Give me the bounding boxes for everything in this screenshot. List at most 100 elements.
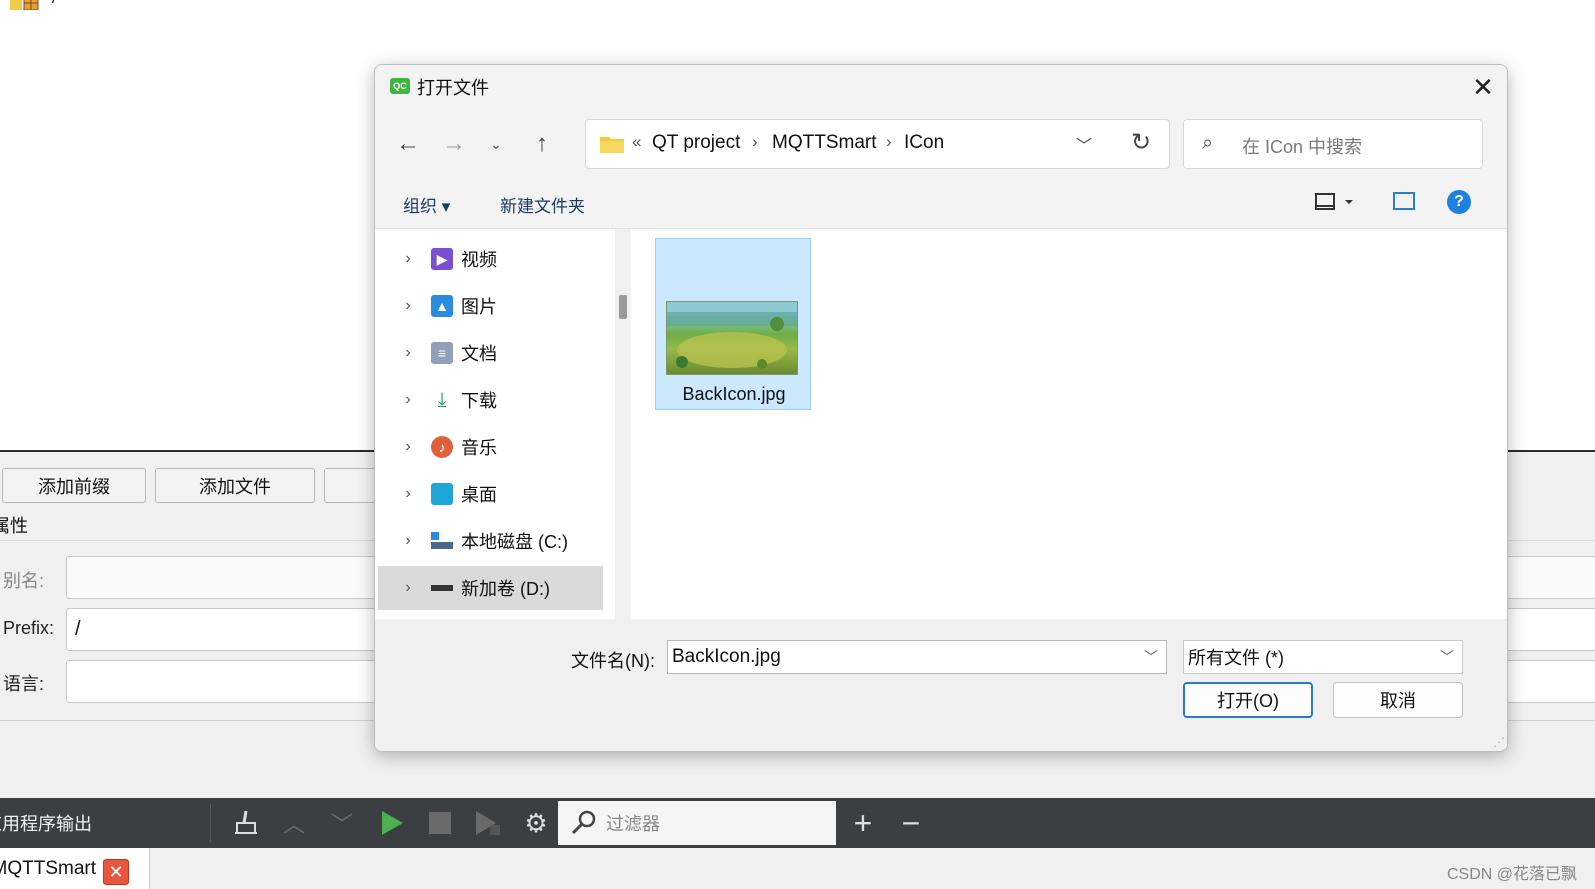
- next-item-icon[interactable]: ﹀: [326, 798, 358, 848]
- breadcrumb-separator-icon[interactable]: ›: [886, 132, 892, 152]
- nav-item-label: 本地磁盘 (C:): [461, 532, 568, 552]
- output-tab-strip: [0, 848, 1595, 889]
- command-bar: 组织 ▾ 新建文件夹 ?: [375, 179, 1507, 229]
- filename-input[interactable]: BackIcon.jpg ﹀: [667, 640, 1167, 674]
- filter-input[interactable]: 过滤器: [558, 801, 836, 845]
- nav-item-label: 新加卷 (D:): [461, 579, 550, 599]
- recent-locations-chevron-icon[interactable]: ⌄: [479, 127, 513, 161]
- zoom-out-icon[interactable]: −: [893, 798, 929, 848]
- nav-item-label: 图片: [461, 297, 497, 317]
- clear-output-icon[interactable]: [228, 798, 264, 848]
- chevron-down-icon[interactable]: ﹀: [1144, 647, 1158, 667]
- help-icon[interactable]: ?: [1447, 190, 1471, 214]
- cancel-button[interactable]: 取消: [1333, 682, 1463, 718]
- address-history-chevron-icon[interactable]: ﹀: [1076, 132, 1092, 156]
- desktop-icon: [431, 483, 453, 505]
- output-toolbar: 应用程序输出 ︿ ﹀ ⚙ 过滤器 + −: [0, 798, 1595, 848]
- music-icon: ♪: [431, 436, 453, 458]
- nav-item-drive-c[interactable]: › 本地磁盘 (C:): [378, 519, 603, 563]
- drive-c-icon: [431, 530, 453, 552]
- nav-item-pictures[interactable]: › ▲ 图片: [378, 284, 603, 328]
- search-input[interactable]: ⌕ 在 ICon 中搜索: [1183, 119, 1483, 169]
- nav-item-music[interactable]: › ♪ 音乐: [378, 425, 603, 469]
- toolbar-separator: [210, 804, 211, 842]
- settings-gear-icon[interactable]: ⚙: [518, 798, 554, 848]
- nav-item-desktop[interactable]: › 桌面: [378, 472, 603, 516]
- zoom-in-icon[interactable]: +: [845, 798, 881, 848]
- navigation-scrollbar[interactable]: [615, 229, 629, 619]
- folder-icon: [600, 135, 624, 153]
- filter-search-icon: [571, 810, 596, 835]
- file-type-select[interactable]: 所有文件 (*) ﹀: [1183, 640, 1463, 674]
- breadcrumb-item[interactable]: QT project: [652, 132, 740, 154]
- filename-label: 文件名(N):: [571, 651, 655, 671]
- back-arrow-icon[interactable]: ←: [391, 127, 425, 161]
- dialog-title: 打开文件: [417, 78, 489, 98]
- prefix-label: Prefix:: [3, 618, 55, 638]
- attach-debugger-icon[interactable]: [470, 798, 506, 848]
- document-icon: ≡: [431, 342, 453, 364]
- breadcrumb-separator-icon[interactable]: ›: [752, 132, 758, 152]
- run-icon[interactable]: [374, 798, 410, 848]
- scrollbar-thumb[interactable]: [619, 295, 627, 319]
- alias-label: 别名:: [3, 571, 45, 591]
- chevron-down-icon[interactable]: ﹀: [1440, 647, 1454, 667]
- expand-chevron-icon[interactable]: ›: [393, 579, 423, 597]
- nav-item-drive-d[interactable]: › 新加卷 (D:): [378, 566, 603, 610]
- nav-item-label: 音乐: [461, 438, 497, 458]
- file-name-label: BackIcon.jpg: [682, 384, 786, 404]
- output-pane-title: 应用程序输出: [0, 814, 92, 834]
- open-button[interactable]: 打开(O): [1183, 682, 1313, 718]
- watermark-text: CSDN @花落已飘: [1446, 866, 1577, 883]
- expand-chevron-icon[interactable]: ›: [393, 532, 423, 550]
- nav-item-videos[interactable]: › ▶ 视频: [378, 237, 603, 281]
- overflow-chevron-icon[interactable]: «: [632, 132, 641, 152]
- drive-d-icon: [431, 577, 453, 599]
- add-file-button[interactable]: 添加文件: [155, 468, 315, 503]
- video-icon: ▶: [431, 248, 453, 270]
- expand-chevron-icon[interactable]: ›: [393, 344, 423, 362]
- refresh-icon[interactable]: ↻: [1131, 128, 1151, 157]
- up-folder-arrow-icon[interactable]: ↑: [525, 127, 559, 161]
- preview-pane-icon[interactable]: [1393, 192, 1415, 210]
- search-placeholder: 在 ICon 中搜索: [1242, 137, 1363, 157]
- file-type-value: 所有文件 (*): [1188, 648, 1284, 668]
- breadcrumb-item[interactable]: ICon: [904, 132, 944, 154]
- nav-item-label: 桌面: [461, 485, 497, 505]
- expand-chevron-icon[interactable]: ›: [393, 438, 423, 456]
- nav-item-label: 视频: [461, 250, 497, 270]
- dialog-footer: 文件名(N): BackIcon.jpg ﹀ 所有文件 (*) ﹀ 打开(O) …: [375, 619, 1507, 751]
- navigation-pane: › ▶ 视频 › ▲ 图片 › ≡ 文档 › ⤓ 下载 › ♪ 音乐 › 桌面: [375, 229, 615, 619]
- project-tab-label: MQTTSmart: [0, 857, 96, 879]
- expand-chevron-icon[interactable]: ›: [393, 297, 423, 315]
- nav-item-label: 下载: [461, 391, 497, 411]
- expand-chevron-icon[interactable]: ›: [393, 485, 423, 503]
- new-folder-button[interactable]: 新建文件夹: [500, 192, 585, 217]
- filter-placeholder: 过滤器: [606, 814, 660, 834]
- close-dialog-button[interactable]: ✕: [1465, 71, 1501, 103]
- add-prefix-button[interactable]: 添加前缀: [2, 468, 146, 503]
- search-icon: ⌕: [1202, 132, 1214, 154]
- resource-prefix-text: /: [52, 0, 56, 8]
- expand-chevron-icon[interactable]: ›: [393, 391, 423, 409]
- filename-value: BackIcon.jpg: [672, 646, 781, 667]
- open-file-dialog: QC 打开文件 ✕ ← → ⌄ ↑ « QT project › MQTTSma…: [374, 64, 1508, 752]
- change-view-icon[interactable]: [1315, 191, 1357, 218]
- nav-item-documents[interactable]: › ≡ 文档: [378, 331, 603, 375]
- nav-item-downloads[interactable]: › ⤓ 下载: [378, 378, 603, 422]
- resource-folder-icon: [10, 0, 40, 11]
- expand-chevron-icon[interactable]: ›: [393, 250, 423, 268]
- breadcrumb-item[interactable]: MQTTSmart: [772, 132, 877, 154]
- file-item[interactable]: BackIcon.jpg: [655, 238, 811, 410]
- previous-item-icon[interactable]: ︿: [278, 798, 310, 848]
- picture-icon: ▲: [431, 295, 453, 317]
- dialog-title-bar[interactable]: QC 打开文件 ✕: [375, 65, 1507, 107]
- download-icon: ⤓: [437, 388, 447, 411]
- stop-icon[interactable]: [422, 798, 458, 848]
- properties-label: 属性: [0, 516, 28, 536]
- close-tab-icon[interactable]: ✕: [103, 859, 129, 885]
- resize-grip-icon[interactable]: ⋰: [1493, 735, 1505, 749]
- address-bar[interactable]: « QT project › MQTTSmart › ICon ﹀ ↻: [585, 119, 1170, 169]
- organize-menu-button[interactable]: 组织 ▾: [403, 192, 450, 217]
- forward-arrow-icon[interactable]: →: [437, 127, 471, 161]
